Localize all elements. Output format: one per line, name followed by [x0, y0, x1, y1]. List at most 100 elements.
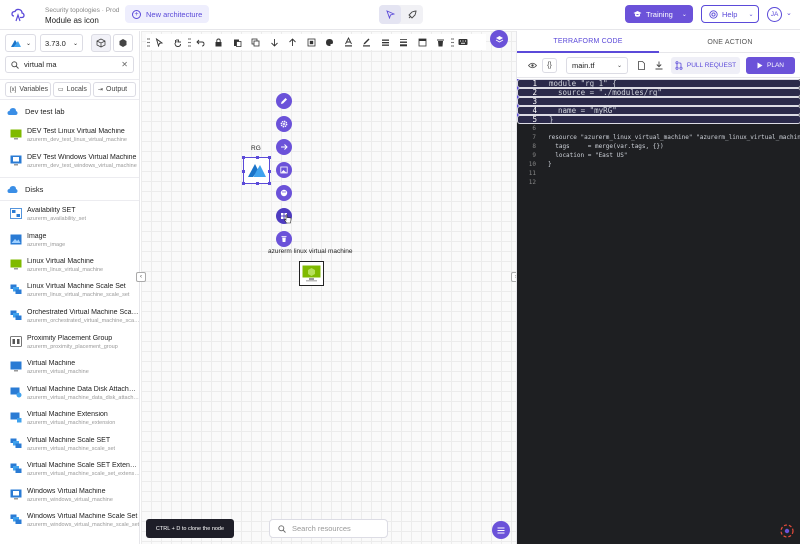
- cursor-mode-button[interactable]: [379, 5, 401, 24]
- linux-vm-node[interactable]: [299, 261, 324, 286]
- list-item[interactable]: Windows Virtual Machine azurerm_windows_…: [10, 488, 138, 506]
- item-resource-type: azurerm_virtual_machine_extension: [27, 420, 116, 426]
- file-button[interactable]: [634, 58, 649, 73]
- edit-node-button[interactable]: [276, 93, 292, 109]
- resize-handle[interactable]: [268, 156, 271, 159]
- plan-button[interactable]: PLAN: [746, 57, 795, 74]
- list-item[interactable]: Linux Virtual Machine Scale Set azurerm_…: [10, 283, 138, 301]
- move-down-button[interactable]: [265, 34, 284, 50]
- code-view-button[interactable]: {}: [542, 58, 557, 73]
- move-up-button[interactable]: [284, 34, 303, 50]
- delete-button[interactable]: [432, 34, 451, 50]
- resources-view-button[interactable]: [91, 34, 111, 52]
- resize-handle[interactable]: [256, 156, 259, 159]
- avatar[interactable]: JA: [767, 7, 782, 22]
- pan-tool-button[interactable]: [169, 34, 188, 50]
- select-tool-button[interactable]: [150, 34, 169, 50]
- list-item[interactable]: Availability SET azurerm_availability_se…: [10, 207, 138, 225]
- connect-node-button[interactable]: [276, 139, 292, 155]
- keyboard-button[interactable]: [454, 34, 473, 50]
- provider-select[interactable]: ⌄: [5, 34, 36, 52]
- list-item[interactable]: Orchestrated Virtual Machine Scale Set a…: [10, 309, 139, 327]
- layers-button[interactable]: [490, 30, 508, 48]
- help-button[interactable]: Help ⌄: [701, 5, 759, 23]
- list-item[interactable]: Virtual Machine Extension azurerm_virtua…: [10, 411, 138, 429]
- collapse-sidebar-button[interactable]: ‹: [136, 272, 146, 282]
- tab-output[interactable]: ⇥ Output: [93, 82, 136, 97]
- node-style-button[interactable]: [276, 185, 292, 201]
- top-bar: Security topologies · Prod Module as ico…: [0, 0, 800, 30]
- color-button[interactable]: [321, 34, 340, 50]
- frame-button[interactable]: [413, 34, 432, 50]
- linux-vm-icon: [302, 265, 321, 282]
- canvas-search-input[interactable]: Search resources: [269, 519, 388, 538]
- resource-search-input[interactable]: virtual ma ✕: [5, 56, 134, 73]
- breadcrumb-path[interactable]: Security topologies · Prod: [45, 6, 119, 15]
- version-select[interactable]: 3.73.0 ⌄: [40, 34, 83, 52]
- item-resource-type: azurerm_virtual_machine: [27, 369, 89, 375]
- tab-variables[interactable]: [x] Variables: [5, 82, 51, 97]
- list-item[interactable]: DEV Test Windows Virtual Machine azurerm…: [10, 154, 138, 172]
- lock-button[interactable]: [210, 34, 229, 50]
- new-architecture-button[interactable]: + New architecture: [125, 5, 209, 23]
- list-item[interactable]: Virtual Machine Data Disk Attachment azu…: [10, 386, 139, 404]
- list-item[interactable]: Image azurerm_image: [10, 233, 138, 251]
- list-item[interactable]: Virtual Machine Scale SET Extension azur…: [10, 462, 140, 480]
- tab-terraform-code[interactable]: TERRAFORM CODE: [517, 31, 659, 53]
- resize-handle[interactable]: [242, 170, 245, 173]
- rg-module-node[interactable]: [242, 156, 271, 185]
- resize-handle[interactable]: [242, 156, 245, 159]
- list-item[interactable]: Linux Virtual Machine azurerm_linux_virt…: [10, 258, 138, 276]
- file-select[interactable]: main.tf ⌄: [566, 57, 628, 74]
- border-color-button[interactable]: [358, 34, 377, 50]
- node-settings-button[interactable]: [276, 116, 292, 132]
- code-line: 4 name = "myRG": [517, 106, 800, 115]
- page-title[interactable]: Module as icon: [45, 16, 119, 25]
- delete-node-button[interactable]: [276, 231, 292, 247]
- assistant-icon[interactable]: [780, 524, 794, 538]
- list-item[interactable]: Windows Virtual Machine Scale Set azurer…: [10, 513, 139, 531]
- diagram-canvas[interactable]: [141, 31, 516, 544]
- copy-button[interactable]: [247, 34, 266, 50]
- line-style-button[interactable]: [376, 34, 395, 50]
- code-editor[interactable]: 1 module "rg_1" { 2 source = "./modules/r…: [517, 79, 800, 544]
- chevron-down-icon[interactable]: ⌄: [786, 9, 792, 17]
- code-line: 9 location = "East US": [532, 152, 628, 159]
- list-item[interactable]: DEV Test Linux Virtual Machine azurerm_d…: [10, 128, 138, 146]
- resize-handle[interactable]: [268, 170, 271, 173]
- text-color-button[interactable]: [339, 34, 358, 50]
- border-width-button[interactable]: [395, 34, 414, 50]
- section-disks[interactable]: Disks: [7, 185, 43, 194]
- resize-handle[interactable]: [268, 182, 271, 185]
- download-button[interactable]: [651, 58, 666, 73]
- paste-button[interactable]: [228, 34, 247, 50]
- tab-locals[interactable]: ▭ Locals: [53, 82, 91, 97]
- clear-search-icon[interactable]: ✕: [121, 60, 128, 69]
- layers-icon: [495, 35, 503, 43]
- list-item[interactable]: Proximity Placement Group azurerm_proxim…: [10, 335, 138, 353]
- menu-button[interactable]: [492, 521, 510, 539]
- group-button[interactable]: [302, 34, 321, 50]
- undo-button[interactable]: [191, 34, 210, 50]
- item-title: Virtual Machine Scale SET Extension: [27, 462, 140, 469]
- modules-view-button[interactable]: [113, 34, 133, 52]
- app-logo-icon[interactable]: [11, 8, 25, 22]
- training-button[interactable]: Training ⌄: [625, 5, 693, 23]
- tab-one-action[interactable]: ONE ACTION: [659, 31, 800, 53]
- deploy-mode-button[interactable]: [401, 5, 423, 24]
- list-item[interactable]: Virtual Machine azurerm_virtual_machine: [10, 360, 138, 378]
- list-item[interactable]: Virtual Machine Scale SET azurerm_virtua…: [10, 437, 138, 455]
- code-line-text: module "rg_1" {: [549, 79, 617, 88]
- code-line-text: tags = merge(var.tags, {}): [548, 143, 664, 150]
- resource-sidebar: ⌄ 3.73.0 ⌄ virtual ma ✕ [x] Variables ▭ …: [0, 31, 140, 544]
- resize-handle[interactable]: [256, 182, 259, 185]
- code-line: 7 resource "azurerm_linux_virtual_machine…: [517, 133, 800, 142]
- preview-button[interactable]: [525, 58, 540, 73]
- image-icon: [280, 166, 288, 174]
- palette-icon: [326, 38, 334, 46]
- section-dev-test-lab[interactable]: Dev test lab: [7, 107, 65, 116]
- cloud-icon: [7, 186, 18, 193]
- resize-handle[interactable]: [242, 182, 245, 185]
- change-image-button[interactable]: [276, 162, 292, 178]
- pull-request-button[interactable]: PULL REQUEST: [671, 57, 740, 74]
